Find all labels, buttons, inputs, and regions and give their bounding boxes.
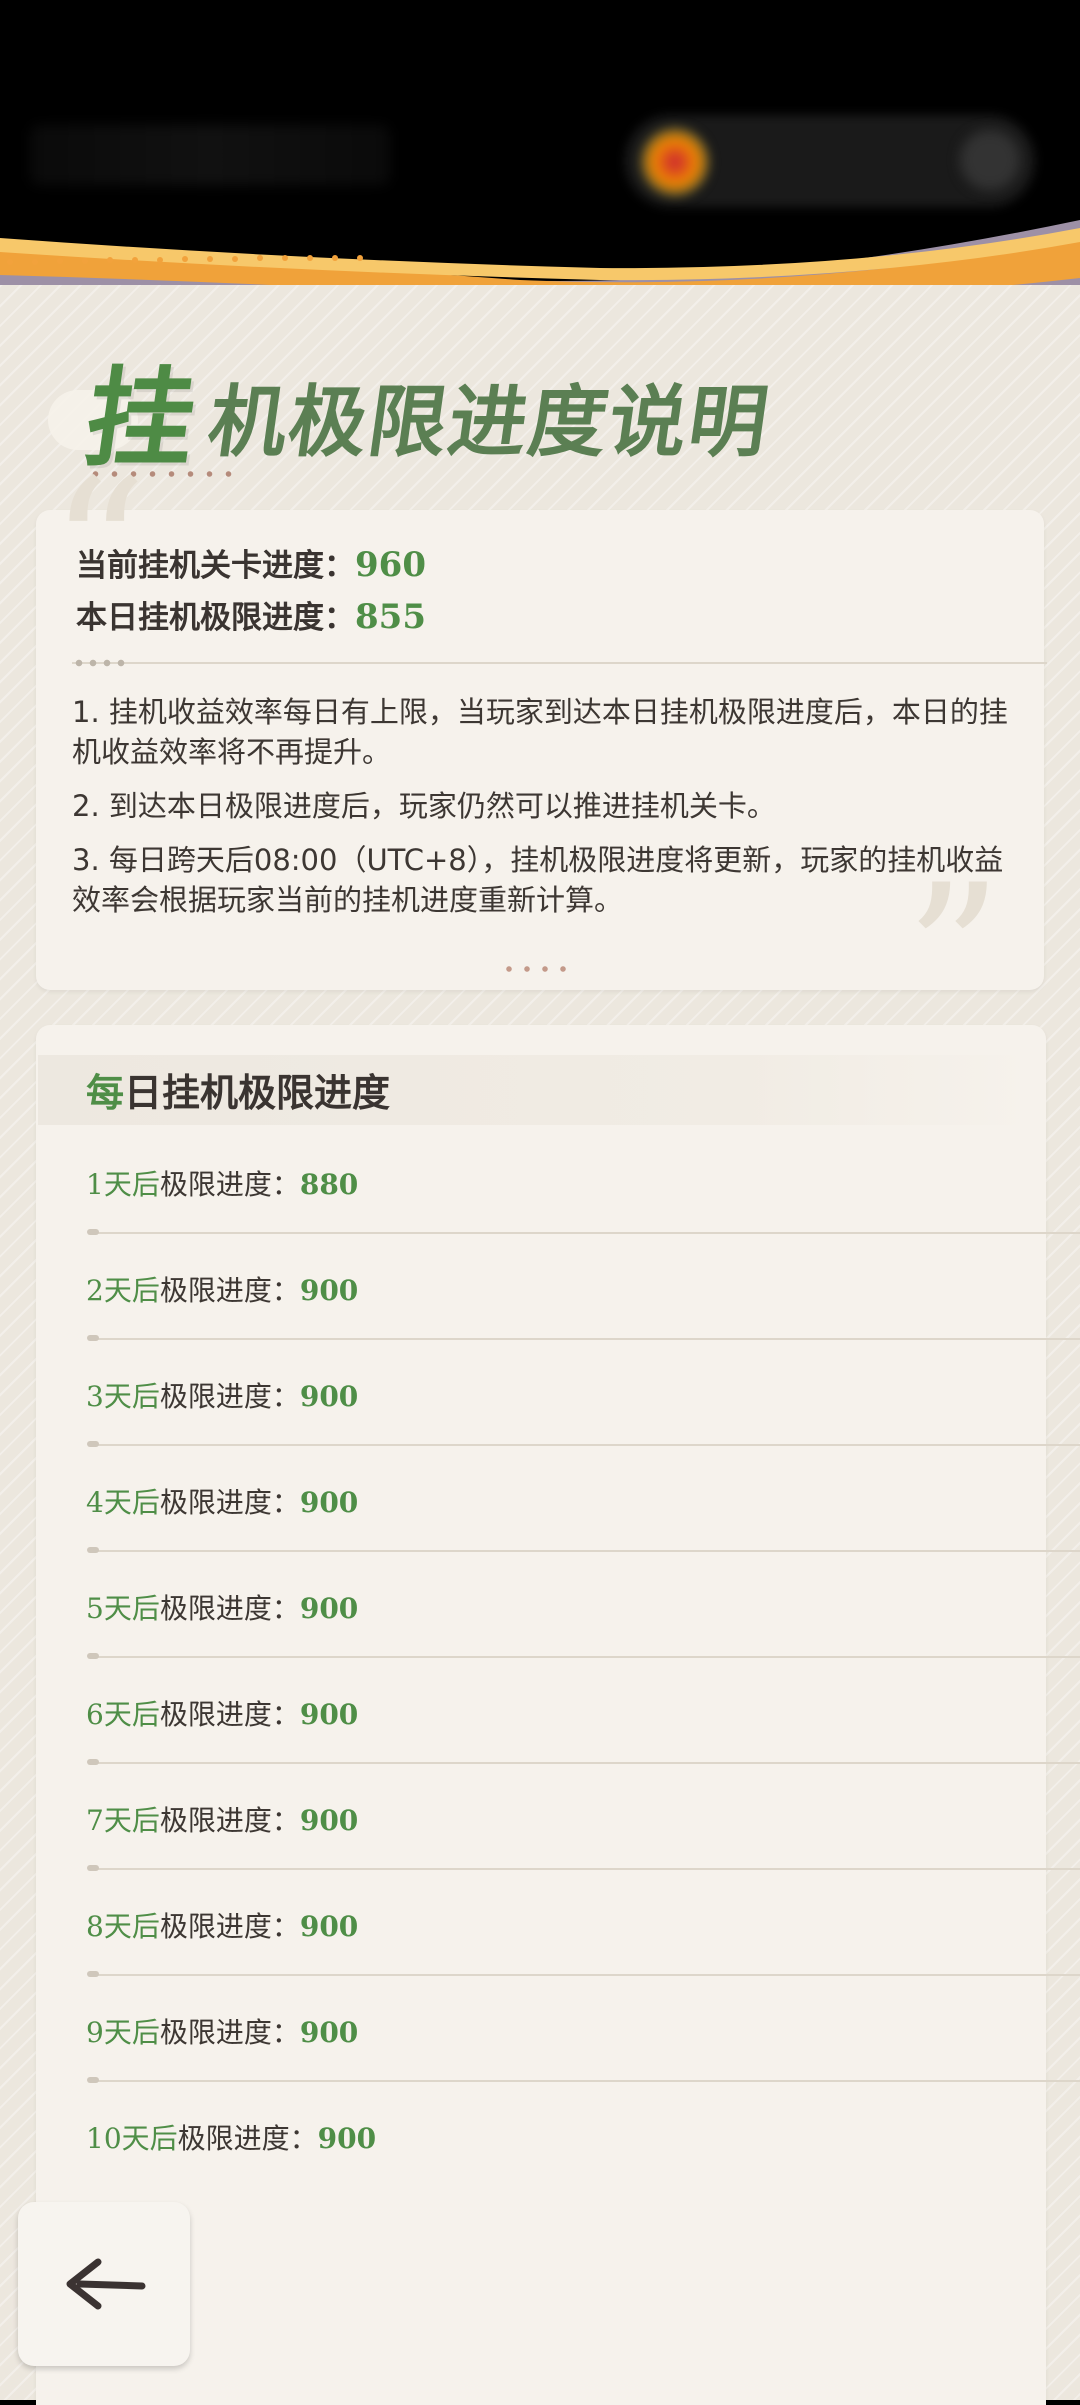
row-divider-dot — [87, 1971, 99, 1977]
today-limit-value: 855 — [355, 597, 426, 637]
current-progress-value: 960 — [355, 545, 426, 585]
list-item: 6天后极限进度：900 — [86, 1698, 359, 1731]
row-divider-dot — [87, 1759, 99, 1765]
row-divider-dot — [87, 1547, 99, 1553]
list-item: 7天后极限进度：900 — [86, 1804, 359, 1837]
current-progress-label: 当前挂机关卡进度： — [76, 548, 355, 584]
top-bar — [0, 0, 1080, 250]
row-divider — [88, 1656, 1080, 1658]
card-dots-decor — [500, 965, 575, 973]
list-item: 5天后极限进度：900 — [86, 1592, 359, 1625]
current-progress: 当前挂机关卡进度：960 — [76, 540, 426, 585]
divider-dots — [72, 657, 127, 669]
daily-limit-title: 每日挂机极限进度 — [86, 1071, 391, 1115]
row-divider — [88, 1762, 1080, 1764]
today-limit-label: 本日挂机极限进度： — [76, 600, 355, 636]
row-divider — [88, 1338, 1080, 1340]
row-divider — [88, 1444, 1080, 1446]
trophy-icon — [960, 130, 1020, 190]
note-2: 2. 到达本日极限进度后，玩家仍然可以推进挂机关卡。 — [72, 789, 776, 823]
page-title: 机极限进度说明 — [202, 377, 776, 468]
note-1: 1. 挂机收益效率每日有上限，当玩家到达本日挂机极限进度后，本日的挂机收益效率将… — [72, 695, 1008, 769]
back-arrow-icon — [66, 2258, 146, 2310]
list-item: 9天后极限进度：900 — [86, 2016, 359, 2049]
row-divider — [88, 2080, 1080, 2082]
note-3: 3. 每日跨天后08:00（UTC+8），挂机极限进度将更新，玩家的挂机收益效率… — [72, 843, 1004, 917]
row-divider — [88, 1232, 1080, 1234]
today-limit: 本日挂机极限进度：855 — [76, 592, 426, 637]
row-divider — [88, 1974, 1080, 1976]
row-divider-dot — [87, 1865, 99, 1871]
list-item: 2天后极限进度：900 — [86, 1274, 359, 1307]
row-divider-dot — [87, 1441, 99, 1447]
row-divider-dot — [87, 1335, 99, 1341]
list-item: 8天后极限进度：900 — [86, 1910, 359, 1943]
row-divider-dot — [87, 1653, 99, 1659]
row-divider — [88, 1550, 1080, 1552]
list-item: 4天后极限进度：900 — [86, 1486, 359, 1519]
avatar — [640, 127, 710, 197]
divider — [72, 662, 1047, 664]
row-divider-dot — [87, 2077, 99, 2083]
back-button[interactable] — [18, 2202, 190, 2366]
list-item: 1天后极限进度：880 — [86, 1168, 359, 1201]
blurred-header-text — [30, 125, 390, 185]
row-divider-dot — [87, 1229, 99, 1235]
row-divider — [88, 1868, 1080, 1870]
list-item: 10天后极限进度：900 — [86, 2122, 377, 2155]
list-item: 3天后极限进度：900 — [86, 1380, 359, 1413]
